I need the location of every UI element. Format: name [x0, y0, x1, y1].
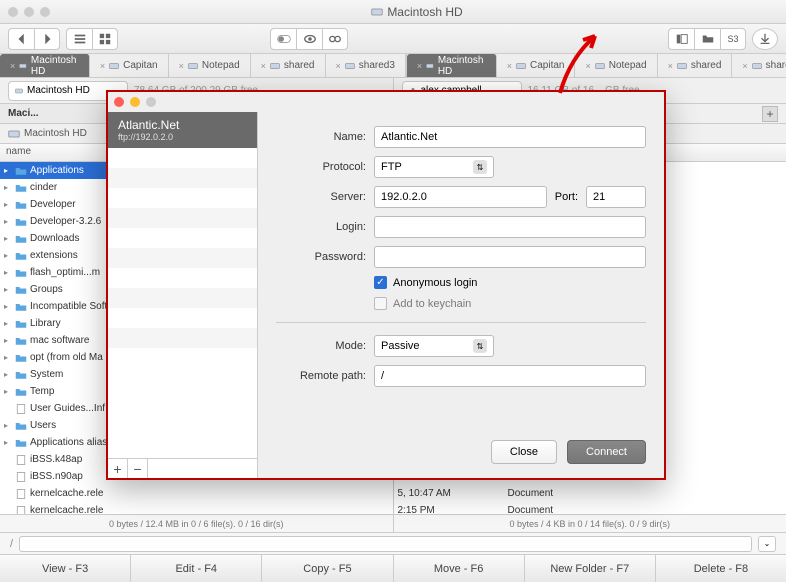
- path-dropdown[interactable]: ⌄: [758, 536, 776, 552]
- tab-notepad[interactable]: ×Notepad: [169, 54, 251, 77]
- download-button[interactable]: [752, 28, 778, 50]
- forward-button[interactable]: [34, 28, 60, 50]
- checkbox-on-icon: ✓: [374, 276, 387, 289]
- minimize-window-button[interactable]: [24, 7, 34, 17]
- tab-capitan[interactable]: ×Capitan: [497, 54, 576, 77]
- function-key-bar: View - F3Edit - F4Copy - F5Move - F6New …: [0, 554, 786, 582]
- s3-button[interactable]: S3: [720, 28, 746, 50]
- tab-bar: ×Macintosh HD×Capitan×Notepad×shared×sha…: [0, 54, 786, 78]
- connection-item-selected[interactable]: Atlantic.Net ftp://192.0.2.0: [108, 112, 257, 148]
- file-row-meta[interactable]: 5, 10:47 AMDocument: [394, 485, 786, 502]
- port-label: Port:: [555, 191, 578, 203]
- chevron-updown-icon: ⇅: [473, 339, 487, 353]
- grid-view-button[interactable]: [92, 28, 118, 50]
- window-title: Macintosh HD: [56, 5, 778, 19]
- fkey-copy[interactable]: Copy - F5: [262, 555, 393, 582]
- file-row[interactable]: kernelcache.rele: [0, 485, 393, 502]
- close-button[interactable]: Close: [491, 440, 557, 464]
- tab-shared[interactable]: ×shared: [251, 54, 326, 77]
- right-group: S3: [668, 28, 746, 50]
- server-label: Server:: [276, 191, 366, 203]
- status-bar: 0 bytes / 12.4 MB in 0 / 6 file(s). 0 / …: [0, 514, 786, 532]
- tab-macintosh-hd[interactable]: ×Macintosh HD: [0, 54, 90, 77]
- protocol-label: Protocol:: [276, 161, 366, 173]
- list-view-button[interactable]: [66, 28, 92, 50]
- sidebar-button[interactable]: [668, 28, 694, 50]
- left-path-label: Macintosh HD: [24, 128, 87, 139]
- toggle-button[interactable]: [270, 28, 296, 50]
- tab-shared[interactable]: ×shared: [658, 54, 733, 77]
- path-input[interactable]: [19, 536, 752, 552]
- window-titlebar: Macintosh HD: [0, 0, 786, 24]
- path-slash: /: [10, 538, 13, 550]
- file-row-meta[interactable]: 2:15 PMDocument: [394, 502, 786, 514]
- nav-group: [8, 28, 60, 50]
- right-status: 0 bytes / 4 KB in 0 / 14 file(s). 0 / 9 …: [394, 515, 786, 532]
- hd-icon: [15, 87, 23, 95]
- add-connection-button[interactable]: +: [108, 459, 128, 478]
- tab-capitan[interactable]: ×Capitan: [90, 54, 169, 77]
- remote-path-input[interactable]: [374, 365, 646, 387]
- connection-list[interactable]: [108, 148, 257, 458]
- dialog-zoom-button[interactable]: [146, 97, 156, 107]
- dialog-titlebar: [108, 92, 664, 112]
- fkey-delete[interactable]: Delete - F8: [656, 555, 786, 582]
- mode-label: Mode:: [276, 340, 366, 352]
- hd-icon: [8, 128, 20, 140]
- remove-connection-button[interactable]: −: [128, 459, 148, 478]
- zoom-window-button[interactable]: [40, 7, 50, 17]
- port-input[interactable]: [586, 186, 646, 208]
- remote-path-label: Remote path:: [276, 370, 366, 382]
- center-group: [270, 28, 348, 50]
- left-status: 0 bytes / 12.4 MB in 0 / 6 file(s). 0 / …: [0, 515, 394, 532]
- password-input[interactable]: [374, 246, 646, 268]
- mode-select[interactable]: Passive⇅: [374, 335, 494, 357]
- dialog-separator: [276, 322, 646, 323]
- chevron-updown-icon: ⇅: [473, 160, 487, 174]
- tab-notepad[interactable]: ×Notepad: [575, 54, 657, 77]
- login-label: Login:: [276, 221, 366, 233]
- path-input-row: / ⌄: [0, 532, 786, 554]
- view-group: [66, 28, 118, 50]
- anonymous-checkbox[interactable]: ✓ Anonymous login: [374, 276, 646, 289]
- password-label: Password:: [276, 251, 366, 263]
- tab-shared3[interactable]: ×shared3: [732, 54, 786, 77]
- breadcrumb-label: Maci...: [8, 108, 39, 119]
- server-input[interactable]: [374, 186, 547, 208]
- hd-icon: [371, 6, 383, 18]
- fkey-move[interactable]: Move - F6: [394, 555, 525, 582]
- name-input[interactable]: [374, 126, 646, 148]
- quicklook-button[interactable]: [296, 28, 322, 50]
- fkey-new[interactable]: New Folder - F7: [525, 555, 656, 582]
- protocol-select[interactable]: FTP⇅: [374, 156, 494, 178]
- traffic-lights: [8, 7, 50, 17]
- folder-button[interactable]: [694, 28, 720, 50]
- close-window-button[interactable]: [8, 7, 18, 17]
- connection-list-sidebar: Atlantic.Net ftp://192.0.2.0 + −: [108, 112, 258, 478]
- keychain-checkbox: Add to keychain: [374, 297, 646, 310]
- dialog-close-button[interactable]: [114, 97, 124, 107]
- fkey-edit[interactable]: Edit - F4: [131, 555, 262, 582]
- dialog-minimize-button[interactable]: [130, 97, 140, 107]
- connect-button[interactable]: Connect: [567, 440, 646, 464]
- connection-dialog: Atlantic.Net ftp://192.0.2.0 + − Name: P…: [106, 90, 666, 480]
- connection-form: Name: Protocol: FTP⇅ Server: Port: Login…: [258, 112, 664, 478]
- back-button[interactable]: [8, 28, 34, 50]
- tab-macintosh-hd[interactable]: ×Macintosh HD: [407, 54, 497, 77]
- file-row[interactable]: kernelcache.rele: [0, 502, 393, 514]
- login-input[interactable]: [374, 216, 646, 238]
- main-toolbar: S3: [0, 24, 786, 54]
- right-add-tab-button[interactable]: +: [762, 106, 778, 122]
- binocular-button[interactable]: [322, 28, 348, 50]
- tab-shared3[interactable]: ×shared3: [326, 54, 406, 77]
- fkey-view[interactable]: View - F3: [0, 555, 131, 582]
- checkbox-off-icon: [374, 297, 387, 310]
- name-label: Name:: [276, 131, 366, 143]
